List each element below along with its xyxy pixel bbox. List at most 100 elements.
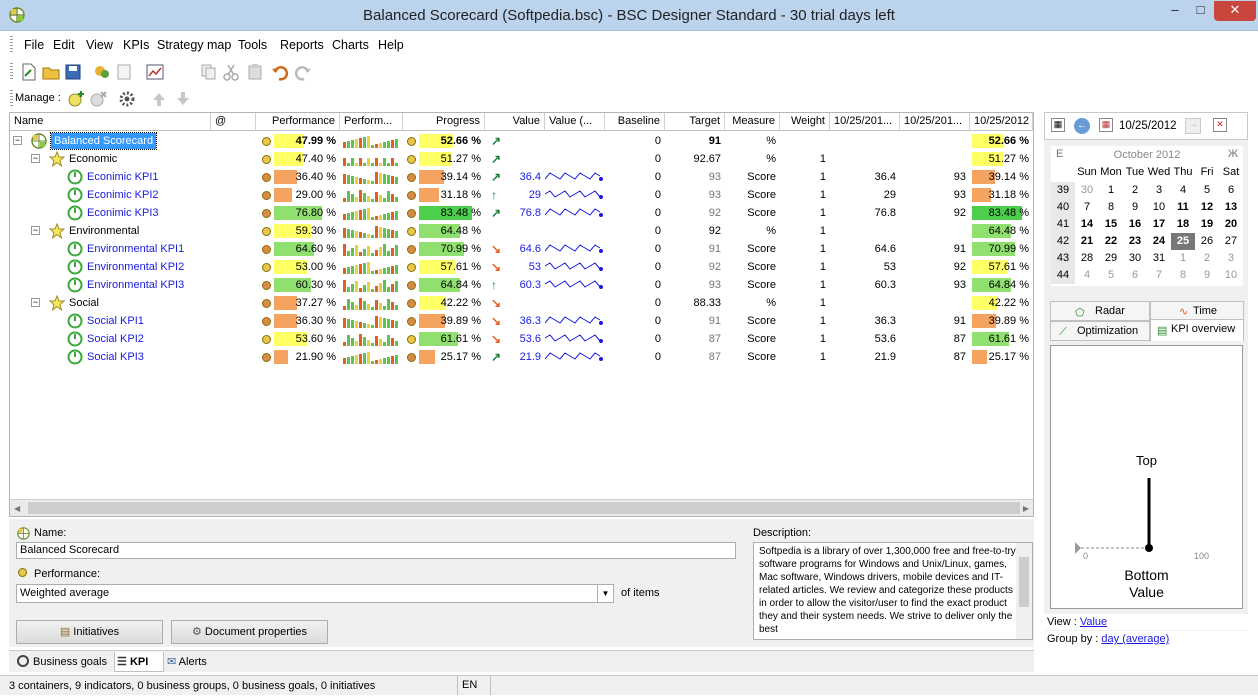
tab-alerts[interactable]: ✉ Alerts [167, 652, 227, 672]
table-row[interactable]: − Balanced Scorecard 47.99 % 52.66 % ↗ 0 91% 52… [10, 132, 1033, 150]
new-file-icon[interactable] [20, 63, 38, 81]
col-date-3[interactable]: 10/25/2012 [970, 113, 1033, 131]
tab-business-goals[interactable]: Business goals [17, 652, 113, 672]
tab-kpi-overview[interactable]: ▤ KPI overview [1150, 319, 1244, 341]
menu-charts[interactable]: Charts [332, 38, 369, 52]
row-name[interactable]: Environmental KPI3 [87, 276, 211, 294]
calendar-day[interactable]: 7 [1147, 267, 1171, 284]
cut-icon[interactable] [222, 63, 240, 81]
calendar-day[interactable]: 6 [1123, 267, 1147, 284]
col-weight[interactable]: Weight [780, 113, 830, 131]
tree-collapse-icon[interactable]: − [31, 154, 40, 163]
calendar-month-title[interactable]: October 2012 [1051, 149, 1243, 161]
calendar-day[interactable]: 3 [1147, 182, 1171, 199]
table-row[interactable]: Econimic KPI2 29.00 % 31.18 % ↑ 29 0 93 Score 1 2… [10, 186, 1033, 204]
table-row[interactable]: − Social 37.27 % 42.22 % ↘ 0 88.33% 1 42.22 % [10, 294, 1033, 312]
initiatives-button[interactable]: ▤ Initiatives [16, 620, 163, 644]
settings-gear-icon[interactable] [118, 90, 136, 108]
calendar-day[interactable]: 13 [1219, 199, 1243, 216]
col-progress[interactable]: Progress [403, 113, 485, 131]
minimize-button[interactable]: – [1162, 1, 1188, 21]
calendar-day[interactable]: 12 [1195, 199, 1219, 216]
menu-kpis[interactable]: KPIs [123, 38, 149, 52]
chart-icon[interactable] [146, 63, 164, 81]
tree-collapse-icon[interactable]: − [13, 136, 22, 145]
tab-kpi[interactable]: ☰ KPI [114, 652, 164, 672]
save-icon[interactable] [64, 63, 82, 81]
calendar-day[interactable]: 11 [1171, 199, 1195, 216]
calendar-day[interactable]: 4 [1075, 267, 1099, 284]
description-scrollbar[interactable] [1016, 543, 1032, 639]
calendar-day[interactable]: 2 [1195, 250, 1219, 267]
row-name[interactable]: Econimic KPI3 [87, 204, 211, 222]
calendar-day[interactable]: 10 [1219, 267, 1243, 284]
open-folder-icon[interactable] [42, 63, 60, 81]
move-down-icon[interactable] [174, 90, 192, 108]
performance-select[interactable]: Weighted average ▼ [16, 584, 614, 603]
document-properties-button[interactable]: ⚙ Document properties [171, 620, 328, 644]
scroll-right-icon[interactable]: ▶ [1023, 504, 1029, 513]
clear-date-icon[interactable]: ✕ [1213, 118, 1227, 132]
table-row[interactable]: Social KPI1 36.30 % 39.89 % ↘ 36.3 0 91 Score 1 3… [10, 312, 1033, 330]
col-target[interactable]: Target [665, 113, 725, 131]
col-name[interactable]: Name [10, 113, 211, 131]
row-name[interactable]: Social [69, 294, 211, 312]
calendar-day[interactable]: 16 [1123, 216, 1147, 233]
menu-tools[interactable]: Tools [238, 38, 267, 52]
calendar-day[interactable]: 9 [1195, 267, 1219, 284]
calendar-day[interactable]: 17 [1147, 216, 1171, 233]
table-row[interactable]: Environmental KPI2 53.00 % 57.61 % ↘ 53 0 92 Sc… [10, 258, 1033, 276]
menu-view[interactable]: View [86, 38, 113, 52]
calendar-day[interactable]: 5 [1099, 267, 1123, 284]
col-value-spark[interactable]: Value (... [545, 113, 605, 131]
calendar-icon[interactable]: ▦ [1051, 118, 1065, 132]
col-measure[interactable]: Measure [725, 113, 780, 131]
calculate-icon[interactable] [93, 63, 111, 81]
col-baseline[interactable]: Baseline [605, 113, 665, 131]
table-row[interactable]: Social KPI2 53.60 % 61.61 % ↘ 53.6 0 87 Score 1 5… [10, 330, 1033, 348]
maximize-button[interactable]: □ [1188, 1, 1213, 21]
scroll-thumb[interactable] [28, 502, 1020, 514]
calendar-day[interactable]: 5 [1195, 182, 1219, 199]
calendar-day[interactable]: 8 [1171, 267, 1195, 284]
calendar-day[interactable]: 22 [1099, 233, 1123, 250]
calendar-day[interactable]: 28 [1075, 250, 1099, 267]
col-date-2[interactable]: 10/25/201... [900, 113, 970, 131]
calendar-day[interactable]: 10 [1147, 199, 1171, 216]
calendar-day[interactable]: 1 [1099, 182, 1123, 199]
calendar-next-button[interactable]: Ж [1228, 148, 1238, 160]
forward-arrow-icon[interactable]: → [1185, 118, 1201, 134]
calendar-day[interactable]: 25 [1171, 233, 1195, 250]
scroll-left-icon[interactable]: ◀ [14, 504, 20, 513]
tab-time[interactable]: ∿ Time [1150, 301, 1244, 321]
calendar-day[interactable]: 29 [1099, 250, 1123, 267]
tab-optimization[interactable]: ⟋ Optimization [1050, 321, 1150, 341]
col-at[interactable]: @ [211, 113, 256, 131]
tab-radar[interactable]: ⬠ Radar [1050, 301, 1150, 321]
col-performance-spark[interactable]: Perform... [340, 113, 403, 131]
move-up-icon[interactable] [150, 90, 168, 108]
calendar-day[interactable]: 23 [1123, 233, 1147, 250]
report-icon[interactable] [115, 63, 133, 81]
calendar-day[interactable]: 4 [1171, 182, 1195, 199]
col-value[interactable]: Value [485, 113, 545, 131]
table-row[interactable]: Environmental KPI1 64.60 % 70.99 % ↘ 64.6 0 91… [10, 240, 1033, 258]
name-field[interactable]: Balanced Scorecard [16, 542, 736, 559]
calendar-day[interactable]: 31 [1147, 250, 1171, 267]
calendar-day[interactable]: 26 [1195, 233, 1219, 250]
calendar-day[interactable]: 19 [1195, 216, 1219, 233]
add-item-icon[interactable] [67, 90, 85, 108]
row-name[interactable]: Social KPI1 [87, 312, 211, 330]
calendar-day[interactable]: 18 [1171, 216, 1195, 233]
description-scroll-thumb[interactable] [1019, 557, 1029, 607]
table-row[interactable]: − Environmental 59.30 % 64.48 % 0 92% 1 64.48 % [10, 222, 1033, 240]
calendar-day[interactable]: 9 [1123, 199, 1147, 216]
table-row[interactable]: Econimic KPI1 36.40 % 39.14 % ↗ 36.4 0 93 Score… [10, 168, 1033, 186]
horizontal-scrollbar[interactable]: ◀ ▶ [10, 499, 1033, 516]
row-name[interactable]: Social KPI2 [87, 330, 211, 348]
calendar-day[interactable]: 30 [1075, 182, 1099, 199]
row-name[interactable]: Econimic KPI1 [87, 168, 211, 186]
col-performance[interactable]: Performance [256, 113, 340, 131]
table-row[interactable]: Social KPI3 21.90 % 25.17 % ↗ 21.9 0 87 Score 1 2… [10, 348, 1033, 366]
calendar-day[interactable]: 15 [1099, 216, 1123, 233]
